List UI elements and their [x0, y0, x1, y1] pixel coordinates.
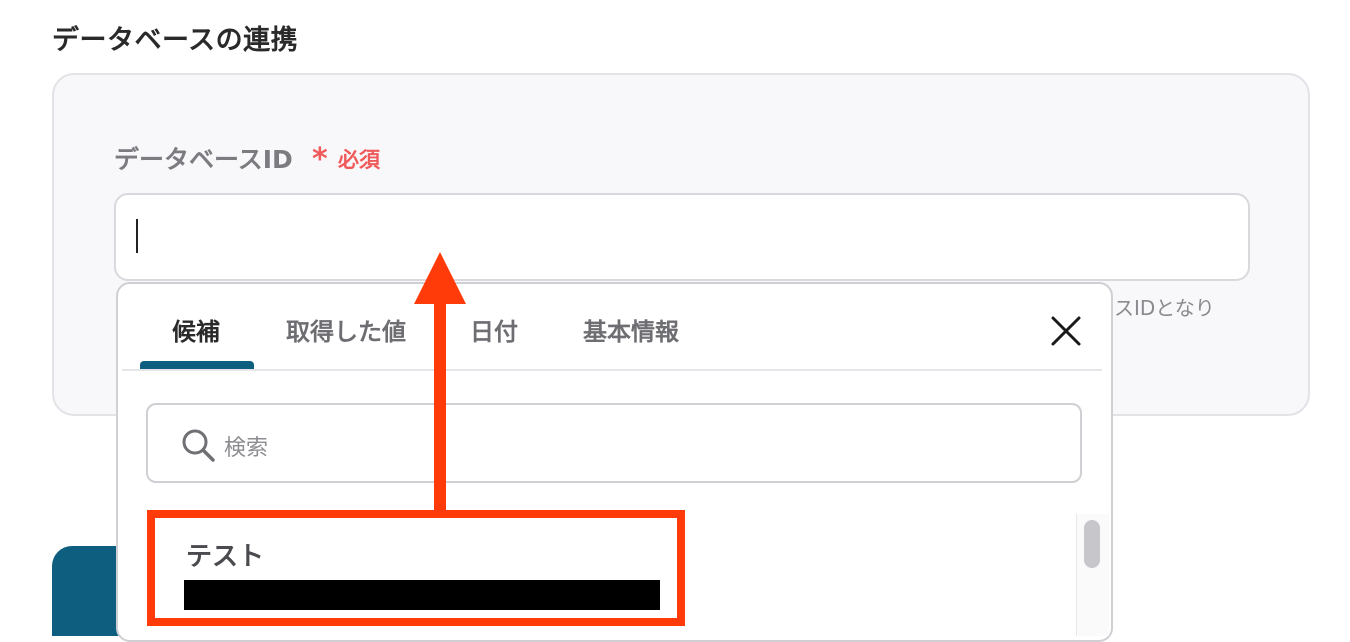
database-id-label: データベースID — [114, 145, 293, 174]
tab-date[interactable]: 日付 — [470, 312, 518, 347]
required-asterisk: * — [312, 142, 328, 177]
close-icon[interactable] — [1049, 314, 1083, 348]
tab-basic-info[interactable]: 基本情報 — [583, 312, 679, 347]
tab-retrieved-values[interactable]: 取得した値 — [286, 312, 406, 347]
tab-candidates[interactable]: 候補 — [172, 312, 220, 347]
search-placeholder: 検索 — [224, 436, 269, 461]
text-caret — [136, 219, 138, 253]
tab-divider — [122, 369, 1102, 371]
search-icon — [182, 429, 215, 462]
active-tab-indicator — [140, 361, 254, 369]
annotation-highlight-box — [147, 510, 685, 626]
scrollbar-thumb[interactable] — [1084, 520, 1100, 568]
required-label: 必須 — [338, 148, 380, 172]
database-id-input[interactable] — [114, 193, 1250, 281]
search-input[interactable] — [146, 403, 1082, 483]
section-title: データベースの連携 — [52, 25, 299, 56]
